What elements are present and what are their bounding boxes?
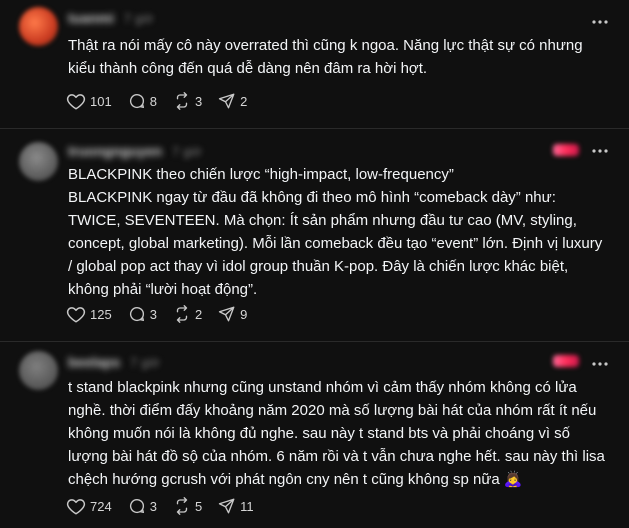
reply-button[interactable]: 3 [128,497,157,515]
heart-icon [66,307,86,323]
like-count: 125 [90,306,112,322]
avatar[interactable] [19,351,58,390]
repost-icon [176,92,188,110]
action-bar: 101 8 3 2 [66,91,263,111]
blurred-sticker [553,355,579,367]
share-button[interactable]: 9 [218,305,247,323]
avatar[interactable] [19,142,58,181]
repost-icon [176,305,188,323]
repost-icon [176,497,188,515]
heart-icon [66,94,86,110]
repost-count: 3 [194,93,203,109]
more-icon [592,149,608,153]
like-count: 724 [90,498,112,514]
username[interactable]: beelaps [68,354,120,370]
share-count: 2 [240,93,248,109]
post-meta: tuanmi 7 giờ [68,10,154,26]
more-icon [592,362,608,366]
reply-count: 3 [149,306,157,322]
repost-button[interactable]: 3 [173,92,202,110]
post-text: t stand blackpink nhưng cũng unstand nhó… [68,379,605,488]
comment-icon [129,93,144,109]
like-button[interactable]: 125 [66,305,112,323]
more-options-button[interactable] [590,144,610,158]
action-bar: 125 3 2 9 [66,304,263,324]
share-button[interactable]: 2 [218,92,247,110]
like-count: 101 [90,93,112,109]
repost-button[interactable]: 5 [173,497,202,515]
reply-count: 8 [149,93,157,109]
timestamp: 7 giờ [123,10,154,26]
more-options-button[interactable] [590,15,610,29]
reply-button[interactable]: 3 [128,305,157,323]
share-count: 9 [240,306,248,322]
more-options-button[interactable] [590,357,610,371]
post-meta: beelaps 7 giờ [68,354,160,370]
repost-count: 2 [194,306,203,322]
timestamp: 7 giờ [172,143,202,159]
comment-icon [129,306,144,322]
action-bar: 724 3 5 11 [66,496,270,516]
repost-button[interactable]: 2 [173,305,202,323]
like-button[interactable]: 724 [66,497,112,515]
username[interactable]: tuanmi [68,10,114,26]
thread-post: truongnguyen 7 giờ BLACKPINK theo chiến … [0,128,629,341]
blurred-sticker [553,144,579,156]
timestamp: 7 giờ [130,354,160,370]
repost-count: 5 [194,498,203,514]
send-icon [218,498,235,514]
avatar[interactable] [19,7,58,46]
post-text: Thật ra nói mấy cô này overrated thì cũn… [68,37,583,77]
post-text: BLACKPINK theo chiến lược “high-impact, … [68,166,603,298]
like-button[interactable]: 101 [66,92,112,110]
share-count: 11 [240,498,254,514]
reply-button[interactable]: 8 [128,92,157,110]
heart-icon [66,499,86,515]
more-icon [592,20,608,24]
username[interactable]: truongnguyen [68,143,162,159]
send-icon [218,93,235,109]
reply-count: 3 [149,498,157,514]
post-meta: truongnguyen 7 giờ [68,143,202,159]
thread-post: tuanmi 7 giờ Thật ra nói mấy cô này over… [0,0,629,128]
comment-icon [129,498,144,514]
share-button[interactable]: 11 [218,497,254,515]
send-icon [218,306,235,322]
thread-post: beelaps 7 giờ t stand blackpink nhưng cũ… [0,341,629,528]
